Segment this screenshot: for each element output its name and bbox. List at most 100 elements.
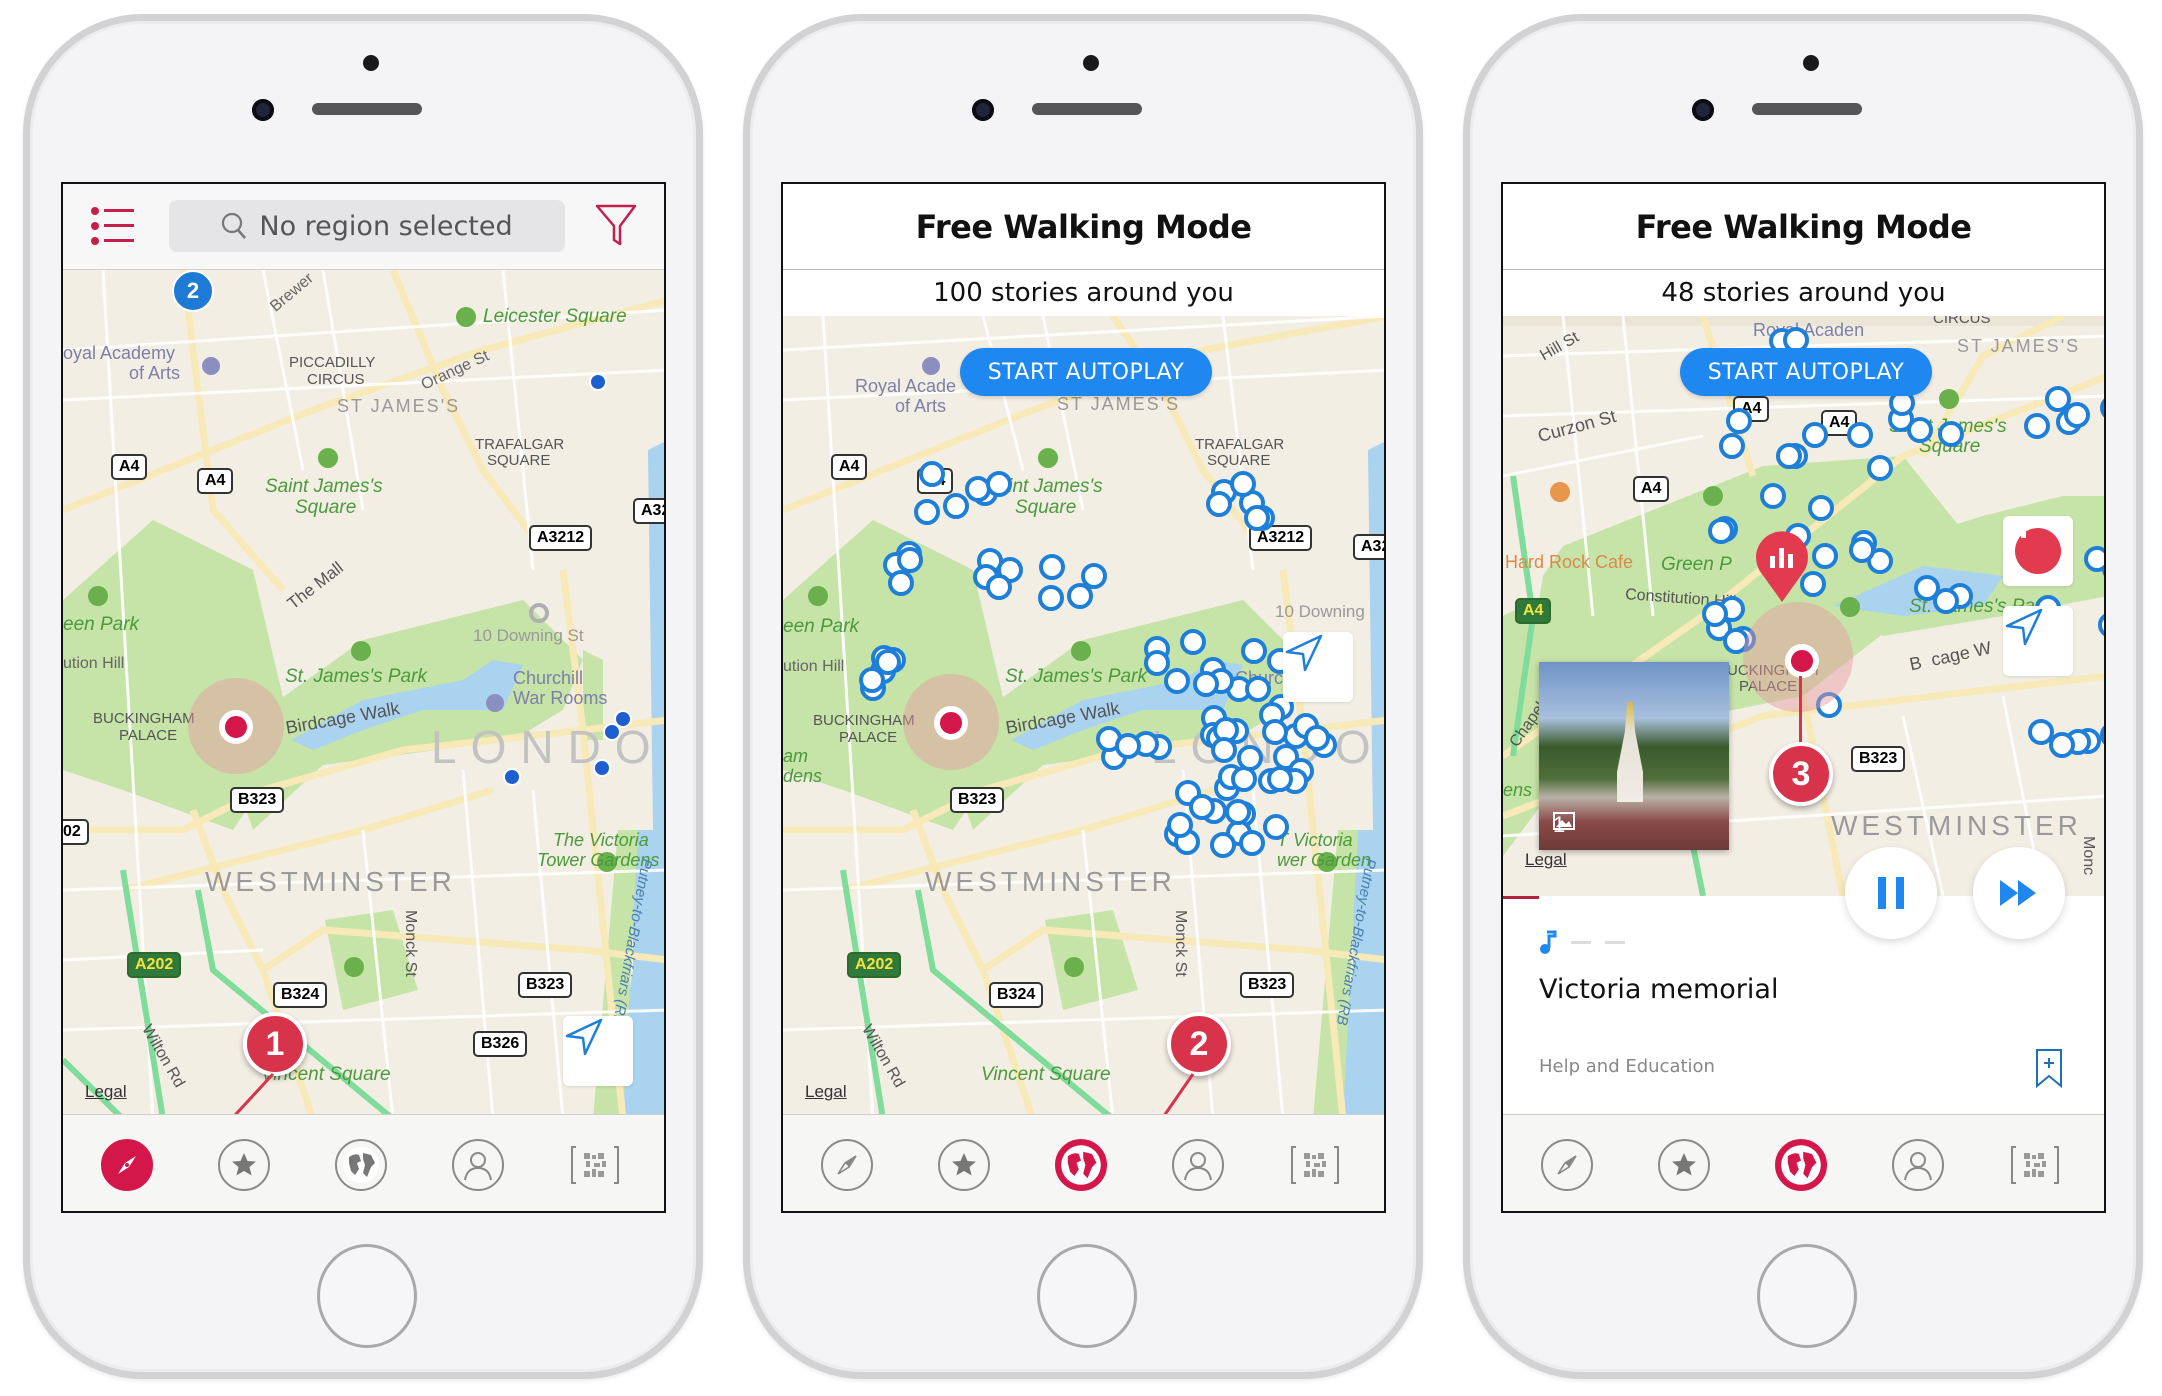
locate-me-button[interactable]: [1283, 632, 1353, 702]
story-marker[interactable]: [1846, 421, 1873, 448]
map-label: ST JAMES'S: [337, 396, 461, 416]
pause-button[interactable]: [1845, 847, 1937, 939]
home-button[interactable]: [1037, 1244, 1137, 1348]
tab-world[interactable]: [335, 1139, 387, 1191]
story-marker[interactable]: [2099, 395, 2104, 422]
map-view[interactable]: Royal Acaden CIRCUS Hill St ST JAMES'S C…: [1503, 316, 2104, 896]
story-marker[interactable]: [1719, 432, 1746, 459]
road-sign: A3212: [529, 525, 593, 551]
story-marker[interactable]: [1210, 831, 1237, 858]
tab-profile[interactable]: [452, 1139, 504, 1191]
story-marker[interactable]: [1906, 417, 1933, 444]
phone-frame-2: Free Walking Mode 100 stories around you: [743, 14, 1423, 1379]
screen-free-walking: Free Walking Mode 100 stories around you: [781, 182, 1386, 1213]
story-marker[interactable]: [1240, 638, 1267, 665]
story-marker[interactable]: [985, 470, 1012, 497]
start-autoplay-button[interactable]: START AUTOPLAY: [960, 348, 1212, 396]
story-marker[interactable]: [1932, 587, 1959, 614]
globe-icon: [343, 1147, 379, 1183]
story-marker[interactable]: [1179, 628, 1206, 655]
story-marker[interactable]: [1081, 563, 1108, 590]
story-marker[interactable]: [2024, 413, 2051, 440]
tab-favorites[interactable]: [218, 1139, 270, 1191]
active-story-pin[interactable]: [1754, 530, 1810, 604]
tab-explore[interactable]: [821, 1139, 873, 1191]
tab-scan[interactable]: [2009, 1139, 2061, 1191]
story-marker[interactable]: [859, 666, 886, 693]
map-label: BUCKINGHAM: [93, 710, 195, 727]
story-marker[interactable]: [1143, 649, 1170, 676]
story-marker[interactable]: [1707, 517, 1734, 544]
story-photo-thumbnail[interactable]: 1: [1539, 662, 1729, 850]
legal-link[interactable]: Legal: [805, 1082, 847, 1102]
legal-link[interactable]: Legal: [1525, 850, 1567, 870]
story-dot[interactable]: [589, 373, 607, 391]
story-marker[interactable]: [1760, 482, 1787, 509]
locate-me-button[interactable]: [563, 1016, 633, 1086]
list-icon[interactable]: [91, 206, 135, 246]
tab-world[interactable]: [1055, 1139, 1107, 1191]
tab-profile[interactable]: [1892, 1139, 1944, 1191]
locate-me-button[interactable]: [2003, 606, 2073, 676]
map-label: Monck St: [402, 910, 419, 977]
story-marker[interactable]: [1224, 798, 1251, 825]
compass-icon: [1557, 1155, 1577, 1175]
tab-world[interactable]: [1775, 1139, 1827, 1191]
home-button[interactable]: [1757, 1244, 1857, 1348]
story-marker[interactable]: [2083, 546, 2104, 573]
legal-link[interactable]: Legal: [85, 1082, 127, 1102]
story-marker[interactable]: [1163, 668, 1190, 695]
story-dot[interactable]: [603, 723, 621, 741]
story-marker[interactable]: [942, 492, 969, 519]
story-marker[interactable]: [2049, 732, 2076, 759]
story-marker[interactable]: [1937, 421, 1964, 448]
story-cluster-marker[interactable]: 2: [172, 270, 214, 312]
map-label: SQUARE: [487, 452, 551, 469]
story-marker[interactable]: [919, 460, 946, 487]
story-marker[interactable]: [1801, 421, 1828, 448]
story-marker[interactable]: [1808, 494, 1835, 521]
story-marker[interactable]: [2097, 612, 2104, 639]
story-marker[interactable]: [2044, 386, 2071, 413]
story-marker[interactable]: [1039, 553, 1066, 580]
story-marker[interactable]: [1115, 732, 1142, 759]
tab-explore[interactable]: [1541, 1139, 1593, 1191]
story-marker[interactable]: [1243, 504, 1270, 531]
story-marker[interactable]: [1245, 675, 1271, 702]
region-search-field[interactable]: No region selected: [169, 200, 565, 252]
story-marker[interactable]: [986, 573, 1013, 600]
map-view[interactable]: Leicester Square Brewer oyal Academy of …: [63, 270, 664, 1119]
start-autoplay-button[interactable]: START AUTOPLAY: [1680, 348, 1932, 396]
story-marker[interactable]: [913, 498, 940, 525]
tab-explore[interactable]: [101, 1139, 153, 1191]
tab-favorites[interactable]: [1658, 1139, 1710, 1191]
story-marker[interactable]: [1776, 442, 1803, 469]
filter-icon[interactable]: [593, 202, 639, 248]
story-marker[interactable]: [1848, 536, 1875, 563]
tab-profile[interactable]: [1172, 1139, 1224, 1191]
story-marker[interactable]: [1167, 812, 1194, 839]
home-button[interactable]: [317, 1244, 417, 1348]
story-dot[interactable]: [503, 768, 521, 786]
story-marker[interactable]: [1210, 737, 1237, 764]
skip-forward-button[interactable]: [1973, 847, 2065, 939]
story-marker[interactable]: [1238, 830, 1265, 857]
story-marker[interactable]: [1038, 584, 1065, 611]
tab-favorites[interactable]: [938, 1139, 990, 1191]
story-marker[interactable]: [1725, 407, 1752, 434]
bookmark-add-button[interactable]: [2035, 1048, 2063, 1093]
story-marker[interactable]: [1811, 542, 1838, 569]
story-dot[interactable]: [593, 759, 611, 777]
map-view[interactable]: Royal Acade of Arts ST JAMES'S TRAFALGAR…: [783, 316, 1384, 1119]
tab-scan[interactable]: [569, 1139, 621, 1191]
story-marker[interactable]: [1236, 745, 1263, 772]
story-marker[interactable]: [1867, 454, 1894, 481]
tab-scan[interactable]: [1289, 1139, 1341, 1191]
story-marker[interactable]: [1304, 724, 1331, 751]
story-marker[interactable]: [1263, 814, 1290, 841]
story-marker[interactable]: [1205, 490, 1232, 517]
story-marker[interactable]: [887, 570, 914, 597]
story-marker[interactable]: [1702, 600, 1729, 627]
story-marker[interactable]: [1193, 671, 1220, 698]
story-visualizer-button[interactable]: [2003, 516, 2073, 586]
